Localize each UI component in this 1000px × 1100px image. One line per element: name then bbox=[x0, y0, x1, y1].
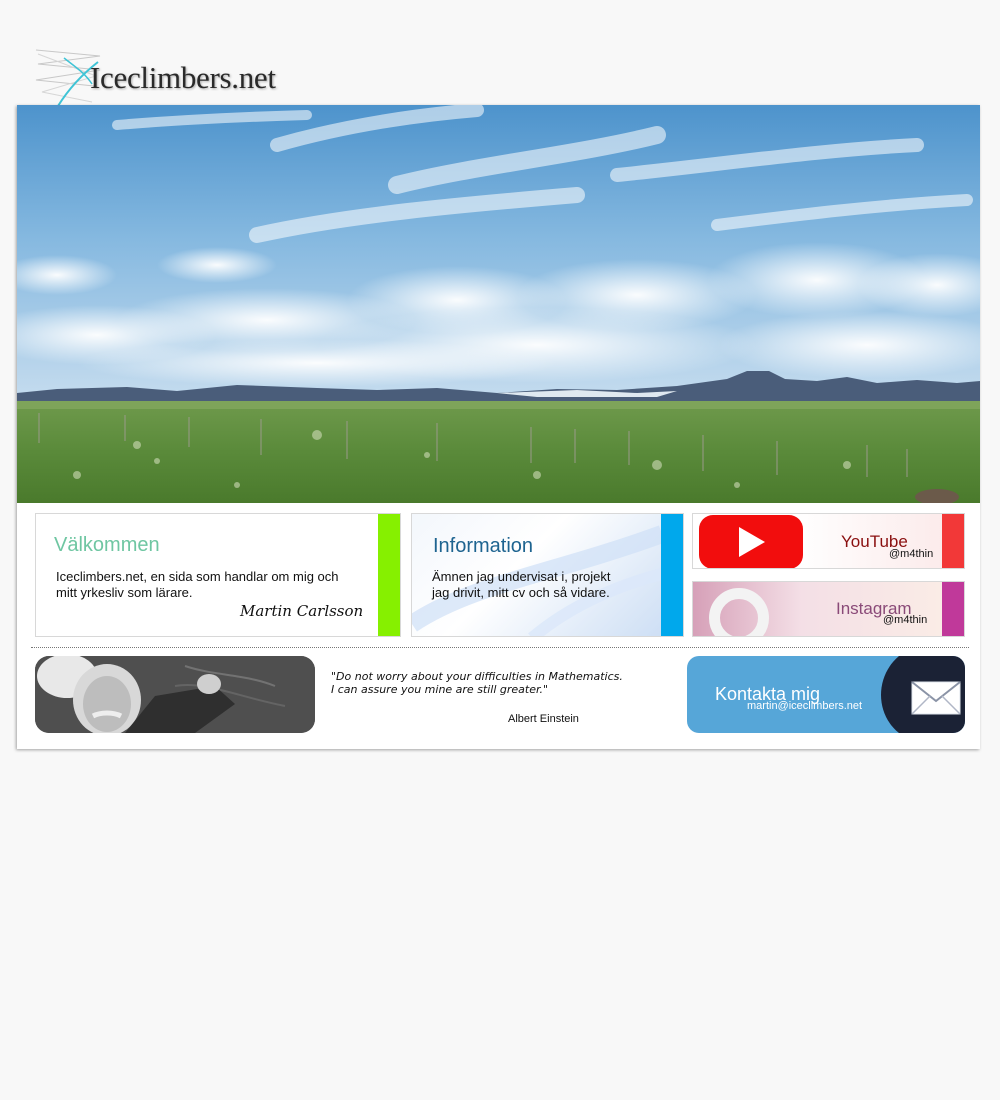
main-panel: Välkommen Iceclimbers.net, en sida som h… bbox=[17, 105, 980, 749]
youtube-logo-icon bbox=[699, 515, 803, 568]
information-title: Information bbox=[433, 535, 534, 557]
welcome-card[interactable]: Välkommen Iceclimbers.net, en sida som h… bbox=[35, 513, 401, 637]
einstein-photo bbox=[35, 656, 315, 733]
information-card[interactable]: Information Ämnen jag undervisat i, proj… bbox=[411, 513, 684, 637]
information-text: Ämnen jag undervisat i, projekt jag driv… bbox=[432, 569, 611, 600]
instagram-accent-stripe bbox=[942, 582, 964, 636]
section-divider bbox=[31, 647, 969, 648]
welcome-accent-stripe bbox=[378, 514, 400, 636]
logo-text: Iceclimbers.net bbox=[90, 60, 276, 95]
site-logo[interactable]: Iceclimbers.net bbox=[34, 46, 284, 108]
instagram-handle: @m4thin bbox=[883, 614, 928, 626]
instagram-logo-icon bbox=[709, 588, 769, 636]
contact-email: martin@iceclimbers.net bbox=[747, 700, 863, 712]
welcome-title: Välkommen bbox=[54, 534, 160, 556]
youtube-link[interactable]: YouTube @m4thin bbox=[692, 513, 965, 569]
information-accent-stripe bbox=[661, 514, 683, 636]
quote-author: Albert Einstein bbox=[508, 713, 579, 725]
quote-text: "Do not worry about your difficulties in… bbox=[331, 670, 623, 696]
envelope-icon bbox=[911, 681, 961, 715]
instagram-link[interactable]: Instagram @m4thin bbox=[692, 581, 965, 637]
hero-landscape-image bbox=[17, 105, 980, 503]
youtube-handle: @m4thin bbox=[889, 548, 934, 560]
youtube-accent-stripe bbox=[942, 514, 964, 568]
contact-button[interactable]: Kontakta mig martin@iceclimbers.net bbox=[687, 656, 965, 733]
welcome-text: Iceclimbers.net, en sida som handlar om … bbox=[56, 569, 339, 600]
signature: Martin Carlsson bbox=[240, 602, 364, 620]
